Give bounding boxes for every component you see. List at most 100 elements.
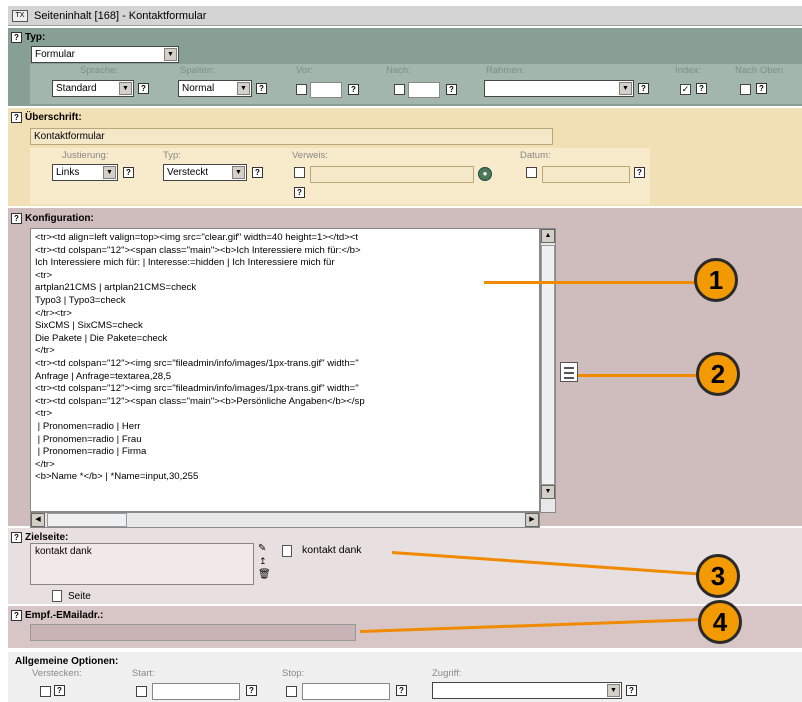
help-icon[interactable]: ?	[11, 609, 22, 621]
configuration-vertical-scrollbar[interactable]: ▲ ▼	[540, 228, 556, 513]
trash-icon[interactable]: 🗑	[258, 569, 271, 580]
browse-pages-button[interactable]: Seite	[52, 590, 91, 602]
configuration-line: </tr>	[35, 345, 55, 357]
move-up-icon[interactable]: ↥	[259, 556, 267, 567]
sprache-label: Sprache:	[80, 65, 119, 76]
help-icon[interactable]: ?	[256, 83, 267, 94]
configuration-line: Die Pakete | Die Pakete=check	[35, 332, 168, 344]
callout-badge-4: 4	[698, 600, 742, 644]
help-icon[interactable]: ?	[11, 31, 22, 43]
configuration-textarea[interactable]: <tr><td align=left valign=top><img src="…	[30, 228, 540, 512]
help-icon[interactable]: ?	[54, 685, 65, 696]
index-label: Index:	[675, 65, 701, 76]
nach-checkbox[interactable]	[394, 84, 405, 95]
verweis-checkbox[interactable]	[294, 167, 305, 178]
vor-input[interactable]	[310, 82, 342, 98]
nach-oben-label: Nach Oben	[735, 65, 784, 76]
scroll-down-icon[interactable]: ▼	[541, 485, 555, 499]
zugriff-select[interactable]: ▼	[432, 682, 622, 699]
help-icon[interactable]: ?	[348, 84, 359, 95]
configuration-line: | Pronomen=radio | Herr	[35, 420, 141, 432]
rahmen-select[interactable]: ▼	[484, 80, 634, 97]
email-recipient-input[interactable]	[30, 624, 356, 641]
help-icon[interactable]: ?	[246, 685, 257, 696]
help-icon[interactable]: ?	[138, 83, 149, 94]
chevron-down-icon: ▼	[619, 82, 632, 95]
start-checkbox[interactable]	[136, 686, 147, 697]
stop-checkbox[interactable]	[286, 686, 297, 697]
configuration-line: <tr>	[35, 269, 53, 281]
vor-checkbox[interactable]	[296, 84, 307, 95]
wizard-line	[564, 367, 574, 369]
window-title: Seiteninhalt [168] - Kontaktformular	[34, 9, 207, 22]
rahmen-label: Rahmen:	[486, 65, 525, 76]
index-checkbox[interactable]: ✓	[680, 84, 691, 95]
zugriff-label: Zugriff:	[432, 668, 462, 679]
configuration-line: <tr><td align=left valign=top><img src="…	[35, 232, 359, 243]
type-select-value: Formular	[35, 49, 76, 60]
help-icon[interactable]: ?	[294, 187, 305, 198]
spalten-label: Spalten:	[180, 65, 215, 76]
configuration-line: <tr><td colspan="12"><span class="main">…	[35, 244, 361, 256]
configuration-line: SixCMS | SixCMS=check	[35, 320, 143, 332]
configuration-line: </tr><tr>	[35, 307, 72, 319]
datum-checkbox[interactable]	[526, 167, 537, 178]
verweis-label: Verweis:	[292, 150, 328, 161]
scroll-thumb[interactable]	[47, 513, 127, 527]
callout-badge-2: 2	[696, 352, 740, 396]
verweis-input[interactable]	[310, 166, 474, 183]
help-icon[interactable]: ?	[634, 167, 645, 178]
sprache-select-value: Standard	[56, 83, 97, 94]
help-icon[interactable]: ?	[626, 685, 637, 696]
help-icon[interactable]: ?	[252, 167, 263, 178]
konfiguration-header-label: Konfiguration:	[25, 212, 94, 224]
scroll-left-icon[interactable]: ◀	[31, 513, 45, 527]
headline-input[interactable]: Kontaktformular	[30, 128, 553, 145]
selected-page-label[interactable]: kontakt dank	[302, 544, 362, 556]
zielseite-list[interactable]: kontakt dank	[30, 543, 254, 585]
type-select[interactable]: Formular ▼	[31, 46, 179, 63]
help-icon[interactable]: ?	[756, 83, 767, 94]
headline-input-value: Kontaktformular	[34, 131, 105, 142]
zielseite-list-item[interactable]: kontakt dank	[35, 546, 92, 557]
nach-oben-checkbox[interactable]	[740, 84, 751, 95]
scroll-up-icon[interactable]: ▲	[541, 229, 555, 243]
help-icon[interactable]: ?	[11, 212, 22, 224]
link-browser-icon[interactable]: ●	[478, 167, 492, 181]
sprache-select[interactable]: Standard ▼	[52, 80, 134, 97]
help-icon[interactable]: ?	[446, 84, 457, 95]
help-icon[interactable]: ?	[11, 111, 22, 123]
chevron-down-icon: ▼	[103, 166, 116, 179]
browse-pages-label: Seite	[68, 590, 91, 602]
konfiguration-header: ? Konfiguration:	[8, 211, 94, 225]
help-icon[interactable]: ?	[696, 83, 707, 94]
ueb-typ-select[interactable]: Versteckt ▼	[163, 164, 247, 181]
spalten-select[interactable]: Normal ▼	[178, 80, 252, 97]
configuration-line: <b>Name *</b> | *Name=input,30,255	[35, 471, 199, 483]
scroll-right-icon[interactable]: ▶	[525, 513, 539, 527]
justierung-select-value: Links	[56, 167, 80, 178]
datum-input[interactable]	[542, 166, 630, 183]
vor-label: Vor:	[296, 65, 313, 76]
help-icon[interactable]: ?	[396, 685, 407, 696]
justierung-select[interactable]: Links ▼	[52, 164, 118, 181]
chevron-down-icon: ▼	[232, 166, 245, 179]
nach-input[interactable]	[408, 82, 440, 98]
stop-input[interactable]	[302, 683, 390, 700]
configuration-horizontal-scrollbar[interactable]: ◀ ▶	[30, 512, 540, 528]
datum-label: Datum:	[520, 150, 551, 161]
help-icon[interactable]: ?	[11, 531, 22, 543]
ueb-typ-label: Typ:	[163, 150, 181, 161]
configuration-line: Anfrage | Anfrage=textarea,28,5	[35, 370, 172, 382]
configuration-line: | Pronomen=radio | Firma	[35, 446, 147, 458]
empf-header-label: Empf.-EMailadr.:	[25, 609, 104, 621]
help-icon[interactable]: ?	[638, 83, 649, 94]
form-wizard-icon[interactable]	[560, 362, 578, 382]
chevron-down-icon: ▼	[237, 82, 250, 95]
zielseite-list-controls: ✎ ↥ 🗑	[258, 543, 271, 587]
edit-icon[interactable]: ✎	[258, 543, 266, 554]
help-icon[interactable]: ?	[123, 167, 134, 178]
verstecken-checkbox[interactable]	[40, 686, 51, 697]
justierung-label: Justierung:	[62, 150, 109, 161]
start-input[interactable]	[152, 683, 240, 700]
